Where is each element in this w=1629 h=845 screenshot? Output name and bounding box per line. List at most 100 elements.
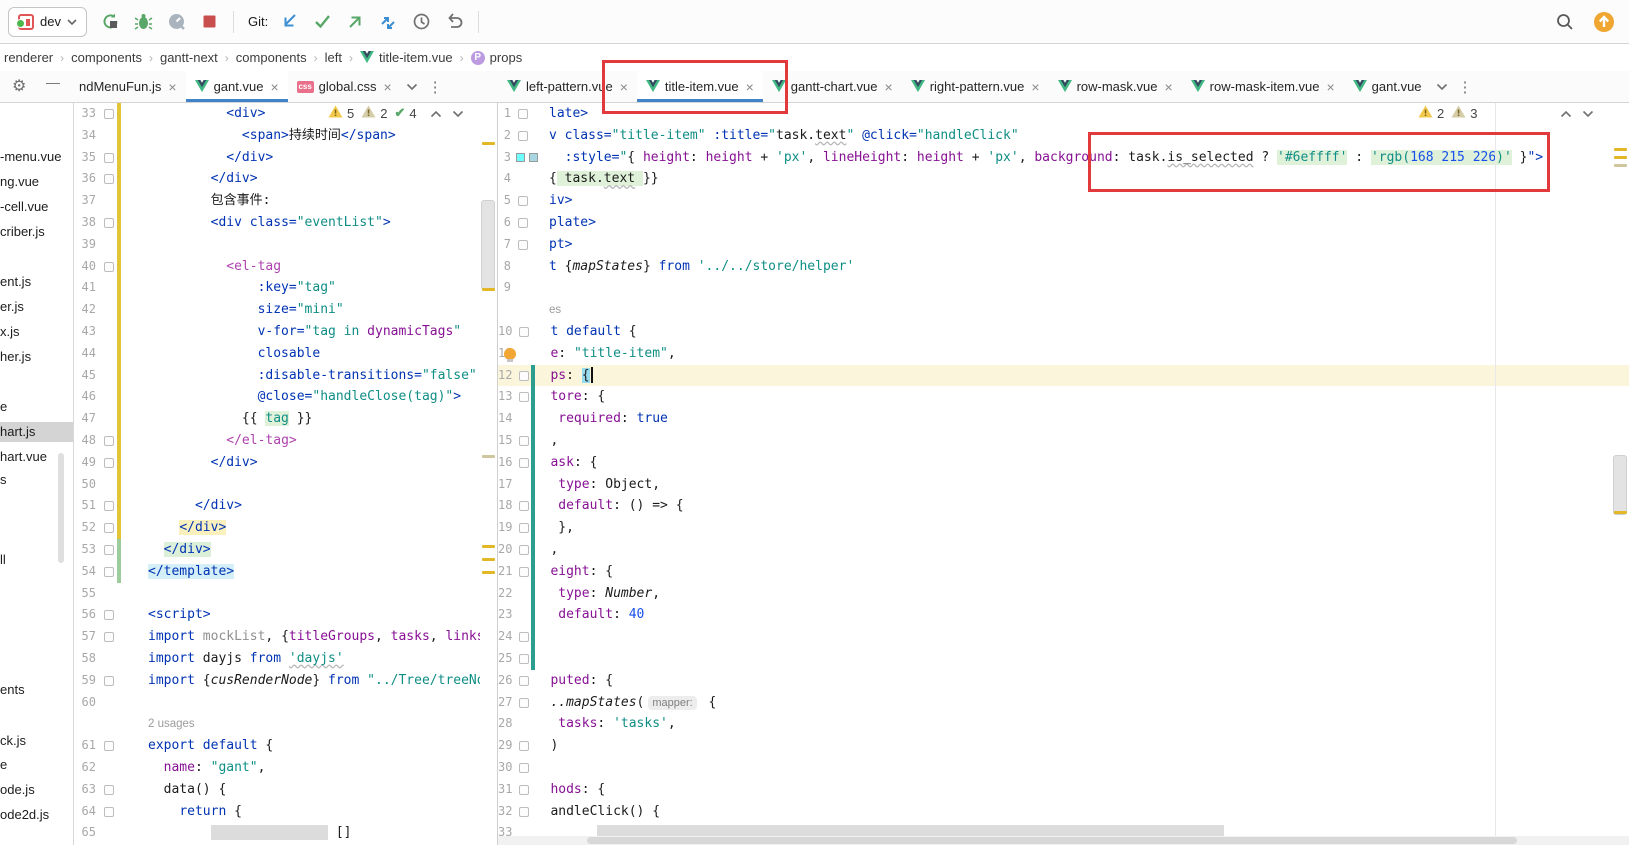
debug-icon[interactable] [134,12,153,31]
code-line[interactable]: 43 v-for="tag in dynamicTags" [75,321,480,343]
code-line[interactable]: 10t default { [498,321,1629,343]
stripe-mark[interactable] [482,558,495,561]
inspections-widget-left[interactable]: 52✔4 [328,105,464,121]
code-line[interactable]: 9 [498,277,1629,299]
sidebar-item[interactable]: -cell.vue [0,197,74,217]
tabs-chevron-down-icon[interactable] [401,71,423,102]
fold-marker-icon[interactable] [104,262,114,272]
fold-marker-icon[interactable] [519,698,529,708]
profiler-icon[interactable] [167,12,186,31]
code-line[interactable]: 46 @close="handleClose(tag)"> [75,386,480,408]
breadcrumb-item[interactable]: gantt-next [160,50,218,65]
code-line[interactable]: 56<script> [75,604,480,626]
fold-marker-icon[interactable] [104,567,114,577]
tab-close-icon[interactable]: × [383,79,391,95]
fold-marker-icon[interactable] [104,676,114,686]
code-line[interactable]: 47 {{ tag }} [75,408,480,430]
editor-tab[interactable]: cssglobal.css× [288,71,401,102]
fold-marker-icon[interactable] [518,240,528,250]
stripe-mark[interactable] [1614,511,1627,514]
fold-marker-icon[interactable] [519,567,529,577]
fold-marker-icon[interactable] [519,392,529,402]
code-line[interactable]: 8t {mapStates} from '../../store/helper' [498,256,1629,278]
stripe-mark[interactable] [482,571,495,574]
sidebar-item[interactable]: x.js [0,322,74,342]
stripe-mark[interactable] [1614,164,1627,167]
breadcrumb-item[interactable]: left [325,50,342,65]
sidebar-item[interactable]: her.js [0,347,74,367]
fold-marker-icon[interactable] [519,785,529,795]
code-line[interactable]: 21eight: { [498,561,1629,583]
code-line[interactable]: 50 [75,474,480,496]
rerun-icon[interactable] [101,12,120,31]
code-line[interactable]: 37 包含事件: [75,190,480,212]
git-push-icon[interactable] [346,12,365,31]
code-line[interactable]: 5iv> [498,190,1629,212]
scrollbar-thumb[interactable] [481,200,495,290]
breadcrumb-item[interactable]: title-item.vue [360,50,453,65]
sidebar-item[interactable]: ode2d.js [0,805,74,825]
breadcrumb-item[interactable]: renderer [4,50,53,65]
code-line[interactable]: 62 name: "gant", [75,757,480,779]
code-line[interactable]: 14 required: true [498,408,1629,430]
tab-close-icon[interactable]: × [1031,79,1039,95]
stripe-mark[interactable] [482,288,495,291]
fold-marker-icon[interactable] [519,327,529,337]
code-line[interactable]: 41 :key="tag" [75,277,480,299]
code-line[interactable]: 19 }, [498,517,1629,539]
fold-marker-icon[interactable] [104,436,114,446]
fold-marker-icon[interactable] [104,153,114,163]
sidebar-item[interactable]: ck.js [0,731,74,751]
left-editor[interactable]: 33 <div>34 <span>持续时间</span>35 </div>36 … [75,103,480,845]
fold-marker-icon[interactable] [518,109,528,119]
code-line[interactable]: 20, [498,539,1629,561]
fold-marker-icon[interactable] [104,610,114,620]
code-line[interactable]: 63 data() { [75,779,480,801]
tab-close-icon[interactable]: × [270,79,278,95]
code-line[interactable]: 27..mapStates(mapper: { [498,692,1629,714]
code-line[interactable]: 61export default { [75,735,480,757]
code-line[interactable]: 30 [498,757,1629,779]
editor-tab[interactable]: right-pattern.vue× [902,71,1049,102]
code-line[interactable]: 18 default: () => { [498,495,1629,517]
stripe-mark[interactable] [482,545,495,548]
fold-marker-icon[interactable] [104,501,114,511]
code-line[interactable]: 17 type: Object, [498,474,1629,496]
code-line[interactable]: 39 [75,234,480,256]
code-line[interactable]: 36 </div> [75,168,480,190]
fold-marker-icon[interactable] [104,218,114,228]
fold-marker-icon[interactable] [518,196,528,206]
editor-tab[interactable]: gant.vue× [186,71,288,102]
code-line[interactable]: 65 [] [75,822,480,844]
sidebar-item[interactable]: e [0,755,74,775]
code-line[interactable]: 54</template> [75,561,480,583]
sidebar-item[interactable]: ent.js [0,272,74,292]
left-error-stripe[interactable] [480,103,497,845]
code-line[interactable]: 34 <span>持续时间</span> [75,125,480,147]
run-config-selector[interactable]: dev [8,7,87,37]
code-line[interactable]: 15, [498,430,1629,452]
fold-marker-icon[interactable] [104,458,114,468]
git-commit-icon[interactable] [313,12,332,31]
scrollbar-thumb[interactable] [1613,455,1627,515]
code-line[interactable]: 7pt> [498,234,1629,256]
fold-marker-icon[interactable] [104,807,114,817]
code-line[interactable]: 55 [75,583,480,605]
code-line[interactable]: 51 </div> [75,495,480,517]
breadcrumb-item[interactable]: components [236,50,307,65]
fold-marker-icon[interactable] [518,131,528,141]
fold-marker-icon[interactable] [104,109,114,119]
code-line[interactable]: 44 closable [75,343,480,365]
tab-close-icon[interactable]: × [1326,79,1334,95]
editor-tab[interactable]: row-mask.vue× [1049,71,1182,102]
fold-marker-icon[interactable] [519,458,529,468]
code-line[interactable]: 38 <div class="eventList"> [75,212,480,234]
prev-problem-chevron-up-icon[interactable] [1560,106,1572,121]
code-line[interactable]: 6plate> [498,212,1629,234]
code-line[interactable]: 2 usages [75,713,480,735]
next-problem-chevron-down-icon[interactable] [1582,106,1594,121]
right-editor[interactable]: 1late>2v class="title-item" :title="task… [498,103,1629,845]
code-line[interactable]: 59import {cusRenderNode} from "../Tree/t… [75,670,480,692]
tab-close-icon[interactable]: × [1164,79,1172,95]
sidebar-item[interactable]: hart.js [0,422,74,442]
